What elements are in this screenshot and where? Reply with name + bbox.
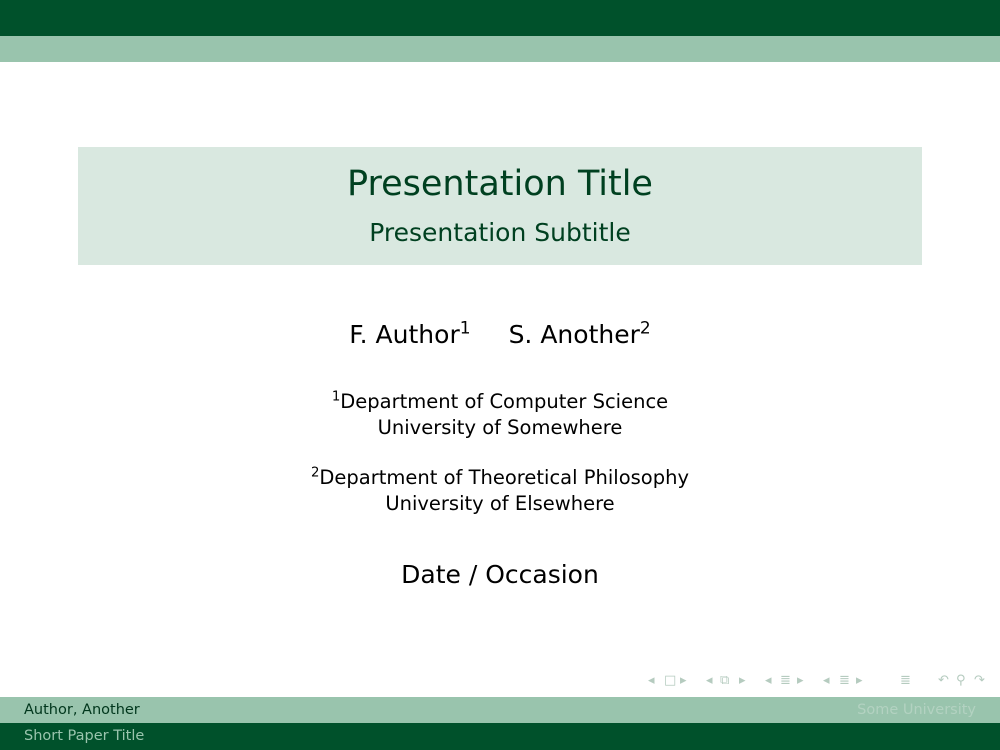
footer-institute: Some University bbox=[857, 702, 976, 718]
author-name: F. Author bbox=[349, 320, 460, 349]
section-icon[interactable]: ≣ bbox=[780, 672, 791, 690]
nav-next-arrow-icon[interactable]: ▸ bbox=[856, 672, 863, 690]
presentation-title: Presentation Title bbox=[347, 164, 653, 204]
author-list: F. Author1 S. Another2 bbox=[0, 318, 1000, 352]
header-bar-dark bbox=[0, 0, 1000, 36]
footer-bar-dark bbox=[0, 723, 1000, 750]
affiliation-institution: University of Elsewhere bbox=[385, 492, 615, 515]
undo-icon[interactable]: ↶ bbox=[938, 672, 949, 690]
appendix-icon[interactable]: ≣ bbox=[900, 672, 911, 690]
nav-prev-arrow-icon[interactable]: ◂ bbox=[765, 672, 772, 690]
affiliation-institution: University of Somewhere bbox=[377, 416, 623, 439]
author-affiliation-mark: 1 bbox=[459, 318, 471, 339]
affiliation-1: 1Department of Computer Science Universi… bbox=[0, 389, 1000, 441]
subsection-icon[interactable]: ⧉ bbox=[720, 672, 729, 690]
presentation-subtitle: Presentation Subtitle bbox=[369, 218, 631, 247]
footer-short-title: Short Paper Title bbox=[24, 728, 145, 744]
presentation-date: Date / Occasion bbox=[401, 560, 599, 589]
affiliation-2: 2Department of Theoretical Philosophy Un… bbox=[0, 465, 1000, 517]
affiliation-department: Department of Computer Science bbox=[340, 390, 669, 413]
nav-next-arrow-icon[interactable]: ▸ bbox=[680, 672, 687, 690]
search-icon[interactable]: ⚲ bbox=[956, 672, 966, 690]
footer-bar-light bbox=[0, 697, 1000, 723]
author-name: S. Another bbox=[508, 320, 640, 349]
nav-prev-arrow-icon[interactable]: ◂ bbox=[823, 672, 830, 690]
affiliation-department: Department of Theoretical Philosophy bbox=[319, 466, 689, 489]
frame-icon[interactable]: □ bbox=[664, 672, 676, 690]
header-bar-light bbox=[0, 36, 1000, 62]
nav-next-arrow-icon[interactable]: ▸ bbox=[739, 672, 746, 690]
section-icon[interactable]: ≣ bbox=[839, 672, 850, 690]
nav-next-arrow-icon[interactable]: ▸ bbox=[797, 672, 804, 690]
navigation-symbols[interactable]: ◂ □ ▸ ◂ ⧉ ▸ ◂ ≣ ▸ ◂ ≣ ▸ ≣ ↶ ⚲ ↷ bbox=[640, 672, 995, 690]
nav-prev-arrow-icon[interactable]: ◂ bbox=[706, 672, 713, 690]
nav-prev-arrow-icon[interactable]: ◂ bbox=[648, 672, 655, 690]
footer-author: Author, Another bbox=[24, 702, 140, 718]
redo-icon[interactable]: ↷ bbox=[974, 672, 985, 690]
author-affiliation-mark: 2 bbox=[639, 318, 651, 339]
affiliation-mark: 1 bbox=[331, 389, 341, 405]
